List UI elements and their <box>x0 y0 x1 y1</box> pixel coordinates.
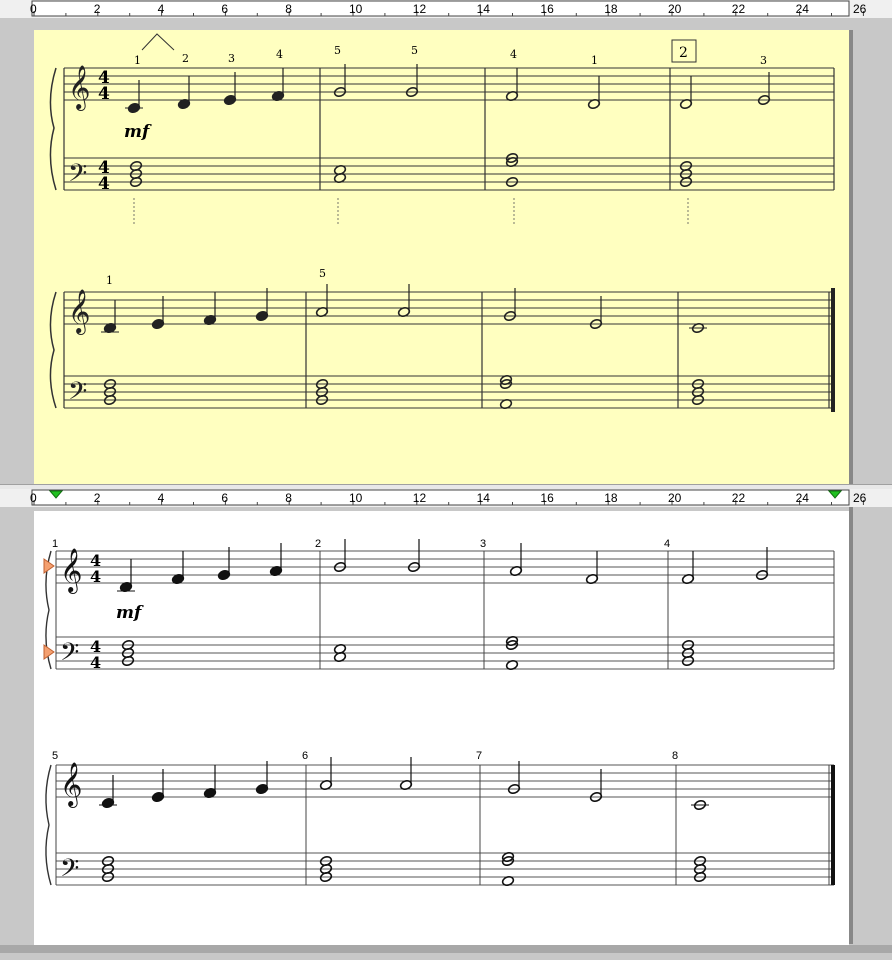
ruler-label-4: 4 <box>158 491 165 505</box>
rendered-score: 𝄞 𝄢 4 4 4 4 mf 1 2 3 4 𝄞 𝄢 5 6 7 8 <box>43 538 835 889</box>
scan-barlines-2 <box>63 288 835 412</box>
scan-dynamic-mf: mf <box>124 122 152 142</box>
scan-page[interactable]: 𝄞 𝄢 4 4 4 4 mf 2 1 2 3 4 5 5 4 1 3 𝄞 𝄢 1 5 <box>34 30 849 484</box>
scan-treble-staff-1 <box>64 67 834 101</box>
ruler-label-0: 0 <box>30 2 37 16</box>
time-sig-lower: 4 <box>90 567 101 586</box>
ruler-label-26: 26 <box>853 491 867 505</box>
scan-bass-time-lower: 4 <box>98 174 110 194</box>
scan-notes-line2 <box>101 284 707 410</box>
measure-number-8: 8 <box>672 750 678 762</box>
fingering-2: 3 <box>228 52 235 65</box>
treble-clef-icon-2: 𝄞 <box>60 762 82 808</box>
ruler-label-4: 4 <box>158 2 165 16</box>
ruler-label-22: 22 <box>732 2 746 16</box>
horizontal-scrollbar[interactable] <box>0 945 892 953</box>
score-page[interactable]: 𝄞 𝄢 4 4 4 4 mf 1 2 3 4 𝄞 𝄢 5 6 7 8 <box>34 511 849 945</box>
scan-rehearsal-number: 2 <box>679 45 688 61</box>
scan-fingering-l2b: 5 <box>319 267 326 280</box>
right-edge-2 <box>849 507 853 944</box>
barlines-1 <box>55 551 835 669</box>
ruler-label-6: 6 <box>221 2 228 16</box>
ruler-label-16: 16 <box>540 2 554 16</box>
ruler-label-12: 12 <box>413 491 427 505</box>
fingering-5: 5 <box>411 44 418 57</box>
treble-staff-2 <box>56 764 834 798</box>
ruler-label-20: 20 <box>668 2 682 16</box>
scan-treble-staff-2 <box>64 291 834 325</box>
scan-time-lower: 4 <box>98 84 110 104</box>
scan-brace-1 <box>49 67 57 191</box>
scan-treble-clef-icon: 𝄞 <box>68 65 90 111</box>
ruler-label-0: 0 <box>30 491 37 505</box>
scan-pane: 0 2 4 6 8 10 12 14 16 18 20 22 24 26 𝄞 𝄢 4 <box>0 0 892 484</box>
ruler-label-24: 24 <box>796 491 810 505</box>
scan-bass-staff-1 <box>64 157 834 191</box>
bass-staff-1 <box>56 636 834 670</box>
scan-treble-clef-icon-2: 𝄞 <box>68 289 90 335</box>
measure-number-3: 3 <box>480 538 486 550</box>
bass-staff-2 <box>56 852 834 886</box>
dynamic-mf: mf <box>116 603 144 623</box>
right-edge <box>849 30 853 484</box>
bass-clef-icon: 𝄢 <box>60 638 79 673</box>
left-margin <box>0 18 34 484</box>
scan-bass-clef-icon-2: 𝄢 <box>68 377 87 412</box>
ruler-label-14: 14 <box>477 2 491 16</box>
scan-barlines-1 <box>63 68 835 190</box>
ruler-label-8: 8 <box>285 491 292 505</box>
barlines-2 <box>55 765 835 885</box>
ruler-label-6: 6 <box>221 491 228 505</box>
score-pane: 0 2 4 6 8 10 12 14 16 18 20 22 24 26 𝄞 𝄢 4 4 <box>0 489 892 960</box>
measure-number-4: 4 <box>664 538 670 550</box>
fingering-6: 4 <box>510 48 517 61</box>
notes-line2 <box>99 757 709 887</box>
fingering-1: 2 <box>182 52 189 65</box>
measure-number-6: 6 <box>302 750 308 762</box>
ruler-label-26: 26 <box>853 2 867 16</box>
treble-clef-icon: 𝄞 <box>60 548 82 594</box>
ruler-label-8: 8 <box>285 2 292 16</box>
measure-number-2: 2 <box>315 538 321 550</box>
ruler-label-10: 10 <box>349 2 363 16</box>
fingering-0: 1 <box>134 54 141 67</box>
scan-accent-mark <box>141 33 175 51</box>
ruler-label-24: 24 <box>796 2 810 16</box>
score-ruler[interactable]: 0 2 4 6 8 10 12 14 16 18 20 22 24 26 <box>0 489 892 507</box>
scan-bass-clef-icon: 𝄢 <box>68 159 87 194</box>
scan-bass-staff-2 <box>64 375 834 409</box>
ruler-label-18: 18 <box>604 2 618 16</box>
measure-number-1: 1 <box>52 538 58 550</box>
fingering-7: 1 <box>591 54 598 67</box>
scan-brace-2 <box>49 291 57 409</box>
ruler-label-2: 2 <box>94 2 101 16</box>
ruler-label-10: 10 <box>349 491 363 505</box>
scan-fingering-l2: 1 <box>106 274 113 287</box>
ruler-label-16: 16 <box>540 491 554 505</box>
right-margin <box>849 18 892 484</box>
fingering-4: 5 <box>334 44 341 57</box>
scan-fingerings: 1 2 3 4 5 5 4 1 3 <box>133 44 767 226</box>
measure-number-7: 7 <box>476 750 482 762</box>
measure-number-5: 5 <box>52 750 58 762</box>
ruler-label-14: 14 <box>477 491 491 505</box>
ruler-label-22: 22 <box>732 491 746 505</box>
ruler-label-20: 20 <box>668 491 682 505</box>
scan-score: 𝄞 𝄢 4 4 4 4 mf 2 1 2 3 4 5 5 4 1 3 𝄞 𝄢 1 5 <box>49 33 835 412</box>
ruler-label-12: 12 <box>413 2 427 16</box>
ruler-label-2: 2 <box>94 491 101 505</box>
ruler-label-18: 18 <box>604 491 618 505</box>
scan-ruler[interactable]: 0 2 4 6 8 10 12 14 16 18 20 22 24 26 <box>0 0 892 18</box>
fingering-3: 4 <box>276 48 283 61</box>
bass-clef-icon-2: 𝄢 <box>60 854 79 889</box>
bass-time-sig-lower: 4 <box>90 653 101 672</box>
scan-notes-line1 <box>125 64 771 188</box>
brace-2 <box>45 764 52 886</box>
staff-marker-bass[interactable] <box>43 644 55 660</box>
fingering-8: 3 <box>760 54 767 67</box>
